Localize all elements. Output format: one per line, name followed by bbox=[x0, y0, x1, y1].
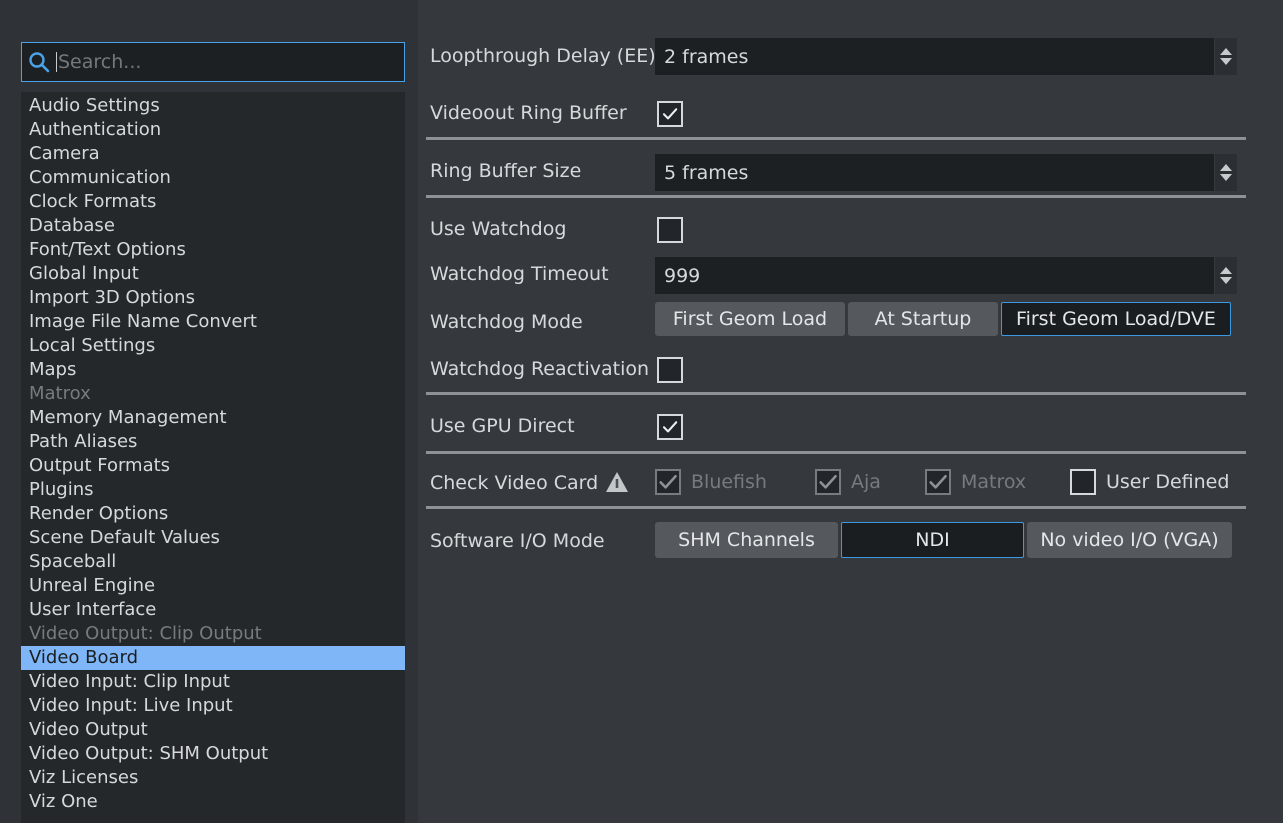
text-caret bbox=[56, 52, 57, 72]
ring-buffer-size-field[interactable]: 5 frames bbox=[655, 154, 1237, 191]
video-card-option: Bluefish bbox=[655, 469, 767, 495]
sidebar-item[interactable]: Spaceball bbox=[21, 550, 405, 574]
sidebar-item[interactable]: Viz Licenses bbox=[21, 766, 405, 790]
warning-icon bbox=[604, 470, 630, 494]
use-watchdog-checkbox[interactable] bbox=[657, 217, 683, 243]
video-card-option-label: User Defined bbox=[1106, 471, 1229, 493]
separator bbox=[426, 195, 1246, 198]
watchdog-reactivation-checkbox[interactable] bbox=[657, 357, 683, 383]
use-gpu-direct-label: Use GPU Direct bbox=[430, 415, 575, 437]
watchdog-timeout-field[interactable]: 999 bbox=[655, 257, 1237, 294]
sidebar-item[interactable]: Video Board bbox=[21, 646, 405, 670]
video-card-option-label: Bluefish bbox=[691, 471, 767, 493]
sidebar-item[interactable]: Path Aliases bbox=[21, 430, 405, 454]
videoout-ring-buffer-label: Videoout Ring Buffer bbox=[430, 102, 627, 124]
sidebar-item[interactable]: Local Settings bbox=[21, 334, 405, 358]
stepper-up-icon[interactable] bbox=[1220, 267, 1232, 274]
sidebar-item[interactable]: Memory Management bbox=[21, 406, 405, 430]
sidebar-item[interactable]: Render Options bbox=[21, 502, 405, 526]
sidebar-item: Video Output: Clip Output bbox=[21, 622, 405, 646]
check-icon bbox=[927, 471, 949, 493]
software-io-mode-option[interactable]: NDI bbox=[841, 522, 1024, 558]
stepper-down-icon[interactable] bbox=[1220, 277, 1232, 284]
sidebar-item[interactable]: Communication bbox=[21, 166, 405, 190]
sidebar-item[interactable]: Unreal Engine bbox=[21, 574, 405, 598]
sidebar-item[interactable]: Video Input: Live Input bbox=[21, 694, 405, 718]
watchdog-mode-option[interactable]: First Geom Load bbox=[655, 302, 845, 336]
watchdog-timeout-value: 999 bbox=[655, 265, 1214, 287]
separator bbox=[426, 392, 1246, 395]
watchdog-mode-option[interactable]: First Geom Load/DVE bbox=[1001, 302, 1231, 336]
sidebar-item: Matrox bbox=[21, 382, 405, 406]
software-io-mode-segmented-control[interactable]: SHM ChannelsNDINo video I/O (VGA) bbox=[655, 522, 1232, 558]
stepper-up-icon[interactable] bbox=[1220, 164, 1232, 171]
software-io-mode-option[interactable]: No video I/O (VGA) bbox=[1027, 522, 1232, 558]
sidebar-item[interactable]: Authentication bbox=[21, 118, 405, 142]
sidebar-item[interactable]: Plugins bbox=[21, 478, 405, 502]
video-card-checkbox bbox=[655, 469, 681, 495]
loopthrough-delay-value: 2 frames bbox=[655, 46, 1214, 68]
ring-buffer-size-stepper[interactable] bbox=[1214, 154, 1237, 191]
video-card-checkbox[interactable] bbox=[1070, 469, 1096, 495]
stepper-down-icon[interactable] bbox=[1220, 58, 1232, 65]
use-gpu-direct-checkbox[interactable] bbox=[657, 414, 683, 440]
sidebar-item[interactable]: Global Input bbox=[21, 262, 405, 286]
sidebar-item[interactable]: Video Output bbox=[21, 718, 405, 742]
watchdog-timeout-stepper[interactable] bbox=[1214, 257, 1237, 294]
ring-buffer-size-label: Ring Buffer Size bbox=[430, 160, 581, 182]
sidebar-item[interactable]: Video Input: Clip Input bbox=[21, 670, 405, 694]
watchdog-timeout-label: Watchdog Timeout bbox=[430, 263, 609, 285]
video-card-option-label: Aja bbox=[851, 471, 881, 493]
video-card-option[interactable]: User Defined bbox=[1070, 469, 1229, 495]
watchdog-reactivation-label: Watchdog Reactivation bbox=[430, 358, 649, 380]
sidebar-item[interactable]: Camera bbox=[21, 142, 405, 166]
check-icon bbox=[817, 471, 839, 493]
sidebar-item[interactable]: Image File Name Convert bbox=[21, 310, 405, 334]
ring-buffer-size-value: 5 frames bbox=[655, 162, 1214, 184]
search-icon bbox=[22, 43, 56, 81]
sidebar-item[interactable]: User Interface bbox=[21, 598, 405, 622]
sidebar-item[interactable]: Viz One bbox=[21, 790, 405, 814]
loopthrough-delay-label: Loopthrough Delay (EE) bbox=[430, 45, 656, 67]
watchdog-mode-option[interactable]: At Startup bbox=[848, 302, 998, 336]
separator bbox=[426, 451, 1246, 454]
check-video-card-label: Check Video Card bbox=[430, 472, 598, 494]
sidebar-item[interactable]: Scene Default Values bbox=[21, 526, 405, 550]
stepper-up-icon[interactable] bbox=[1220, 48, 1232, 55]
videoout-ring-buffer-checkbox[interactable] bbox=[657, 101, 683, 127]
software-io-mode-option[interactable]: SHM Channels bbox=[655, 522, 838, 558]
settings-panel: Loopthrough Delay (EE) 2 frames Videoout… bbox=[418, 0, 1283, 823]
search-box[interactable] bbox=[21, 42, 405, 82]
loopthrough-delay-field[interactable]: 2 frames bbox=[655, 38, 1237, 75]
sidebar-item[interactable]: Font/Text Options bbox=[21, 238, 405, 262]
watchdog-mode-segmented-control[interactable]: First Geom LoadAt StartupFirst Geom Load… bbox=[655, 302, 1231, 336]
sidebar-item[interactable]: Output Formats bbox=[21, 454, 405, 478]
check-icon bbox=[661, 418, 679, 436]
search-input[interactable] bbox=[58, 47, 404, 77]
separator bbox=[426, 137, 1246, 140]
sidebar-item[interactable]: Import 3D Options bbox=[21, 286, 405, 310]
check-icon bbox=[661, 105, 679, 123]
video-card-option-label: Matrox bbox=[961, 471, 1026, 493]
stepper-down-icon[interactable] bbox=[1220, 174, 1232, 181]
sidebar-item[interactable]: Audio Settings bbox=[21, 94, 405, 118]
sidebar: Audio SettingsAuthenticationCameraCommun… bbox=[0, 0, 418, 823]
software-io-mode-label: Software I/O Mode bbox=[430, 530, 605, 552]
sidebar-item[interactable]: Database bbox=[21, 214, 405, 238]
video-card-option: Matrox bbox=[925, 469, 1026, 495]
settings-window: Audio SettingsAuthenticationCameraCommun… bbox=[0, 0, 1283, 823]
settings-category-list[interactable]: Audio SettingsAuthenticationCameraCommun… bbox=[21, 92, 405, 823]
sidebar-item[interactable]: Video Output: SHM Output bbox=[21, 742, 405, 766]
sidebar-item[interactable]: Clock Formats bbox=[21, 190, 405, 214]
sidebar-item[interactable]: Maps bbox=[21, 358, 405, 382]
loopthrough-delay-stepper[interactable] bbox=[1214, 38, 1237, 75]
video-card-option: Aja bbox=[815, 469, 881, 495]
use-watchdog-label: Use Watchdog bbox=[430, 218, 566, 240]
watchdog-mode-label: Watchdog Mode bbox=[430, 311, 583, 333]
video-card-checkbox bbox=[815, 469, 841, 495]
video-card-checkbox bbox=[925, 469, 951, 495]
check-icon bbox=[657, 471, 679, 493]
separator bbox=[426, 506, 1246, 509]
